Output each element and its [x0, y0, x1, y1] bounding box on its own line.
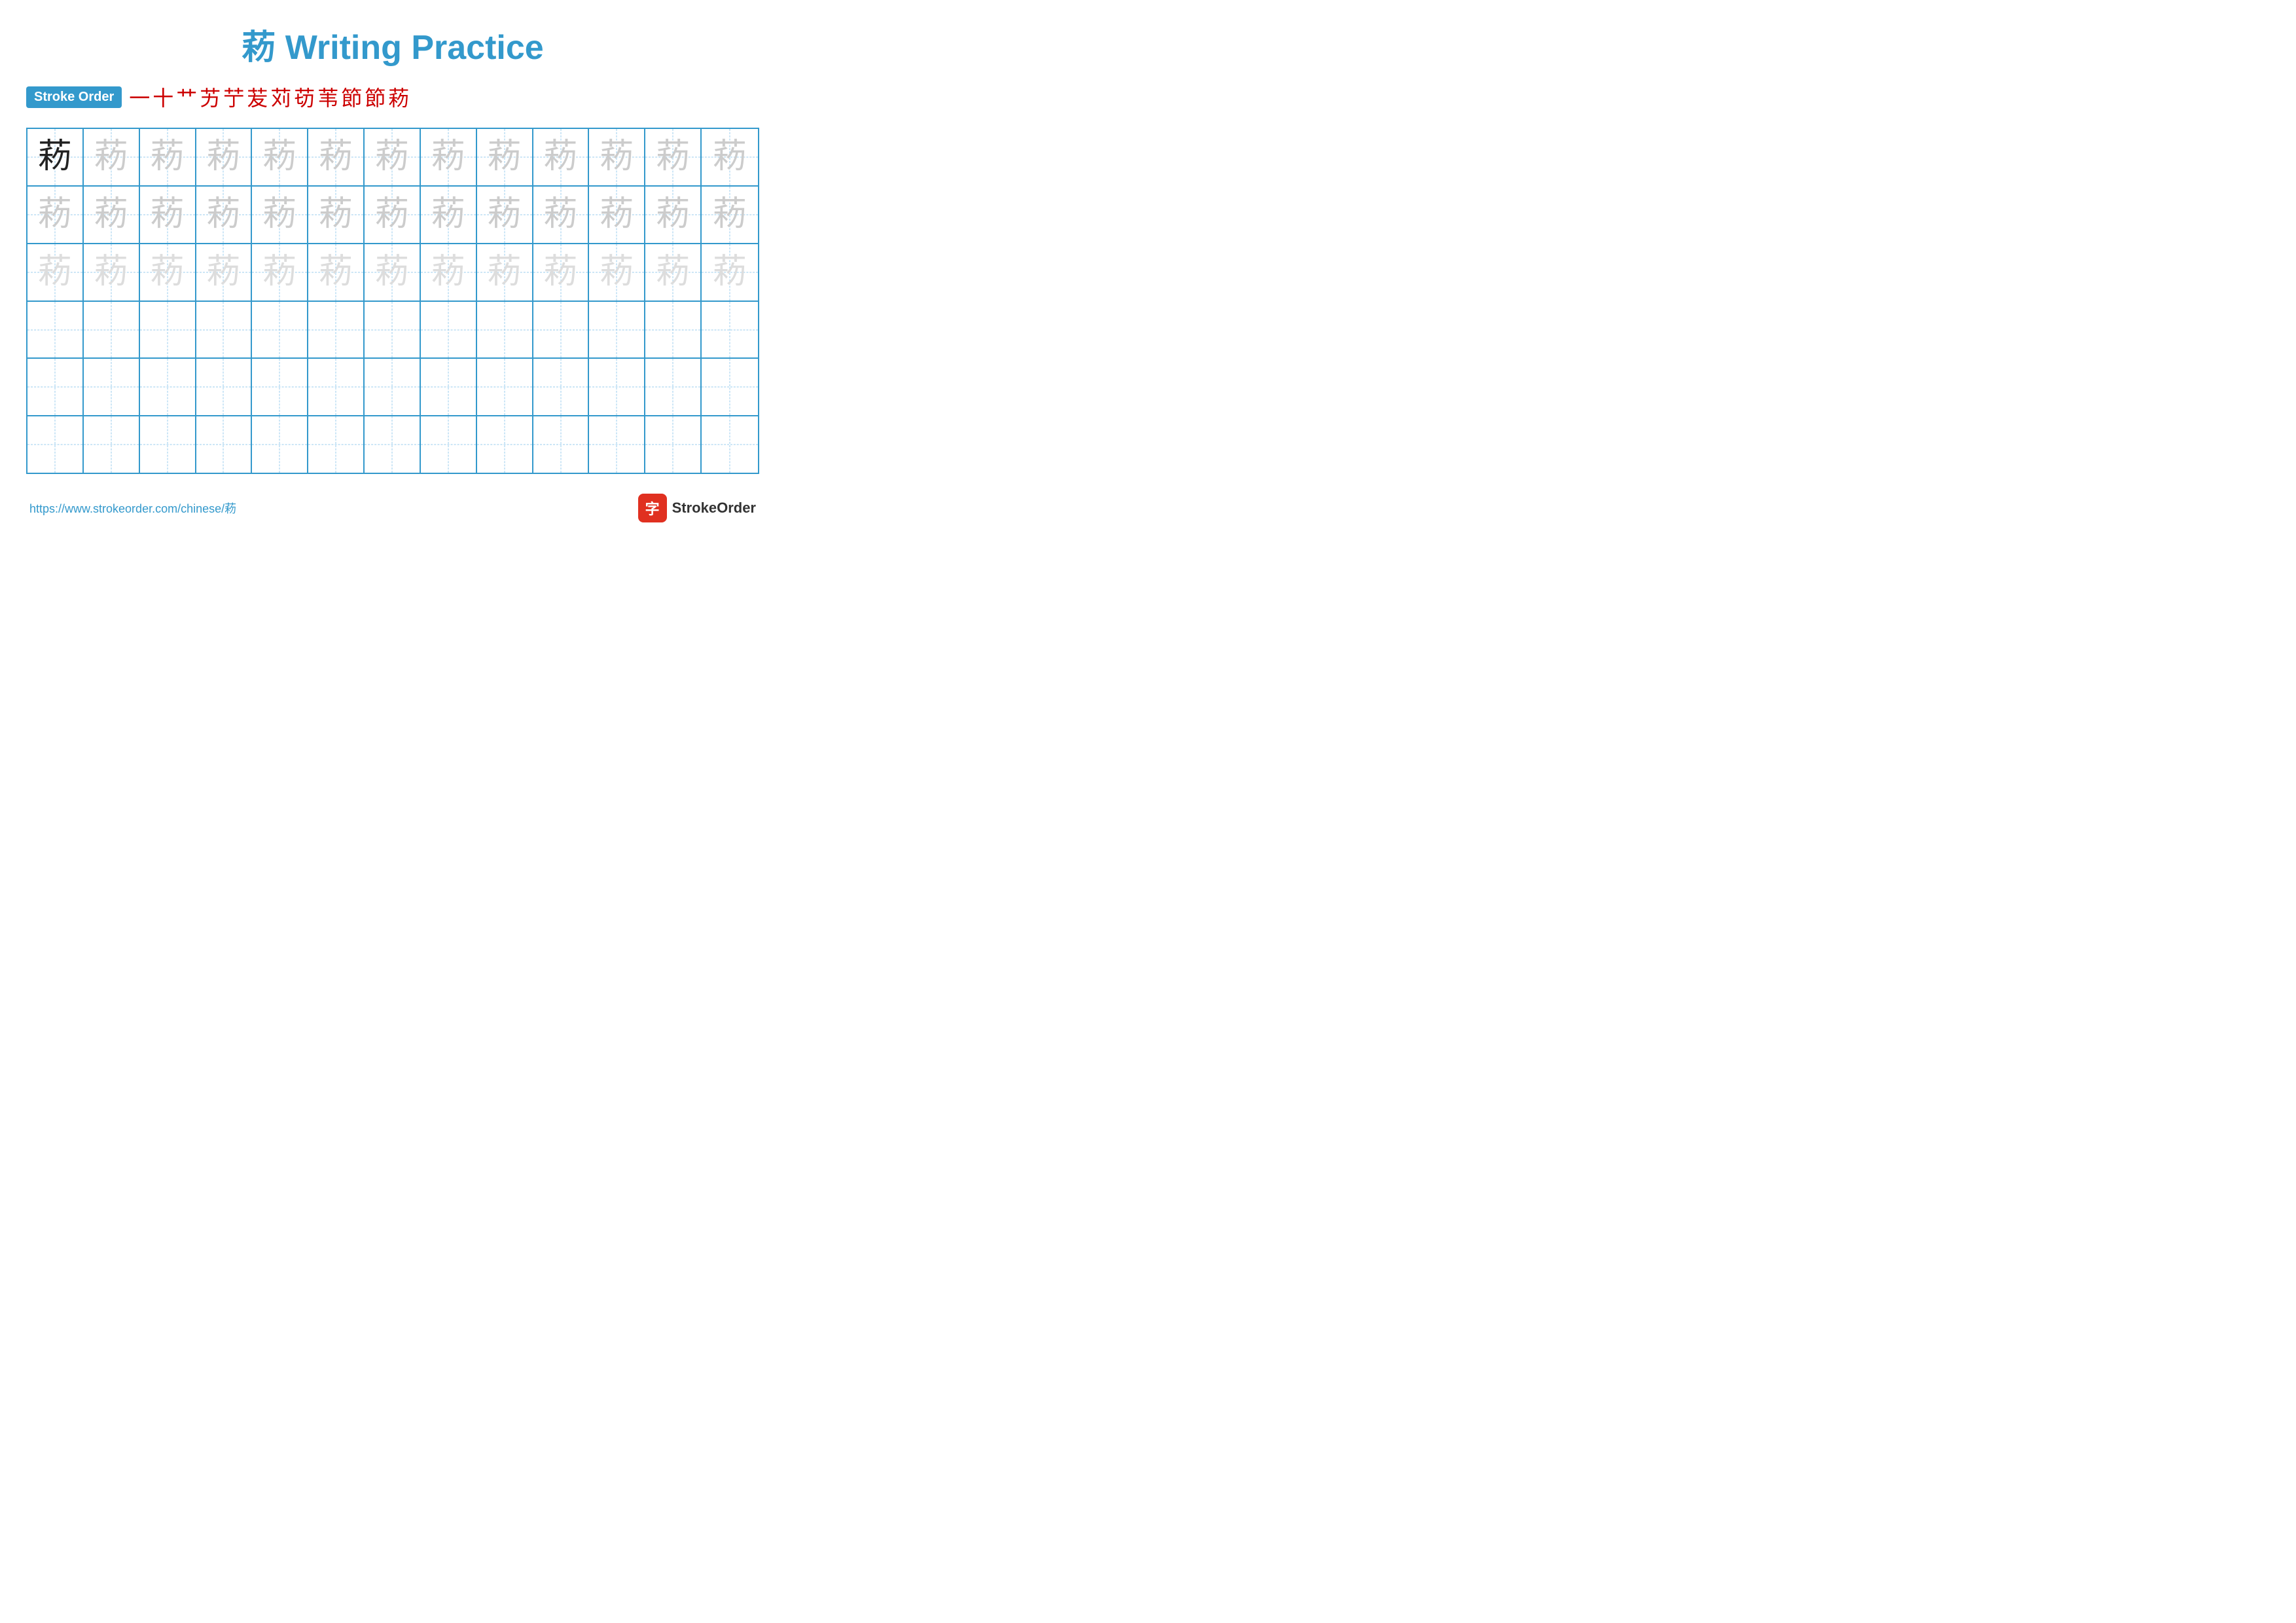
- grid-cell[interactable]: [645, 302, 702, 358]
- grid-cell[interactable]: 菞: [308, 244, 365, 301]
- grid-cell[interactable]: 菞: [27, 129, 84, 185]
- grid-cell[interactable]: [645, 416, 702, 473]
- stroke-order-row: Stroke Order 一 十 艹 艻 艼 苃 苅 苆 苇 節 節 菞: [26, 82, 759, 112]
- grid-cell[interactable]: [252, 302, 308, 358]
- grid-cell[interactable]: 菞: [252, 129, 308, 185]
- grid-cell[interactable]: [477, 302, 533, 358]
- grid-cell[interactable]: 菞: [252, 187, 308, 243]
- grid-row-4: [27, 302, 758, 359]
- grid-cell[interactable]: [27, 416, 84, 473]
- grid-cell[interactable]: 菞: [308, 187, 365, 243]
- grid-cell[interactable]: [421, 359, 477, 415]
- grid-row-2: 菞 菞 菞 菞 菞 菞 菞 菞 菞 菞 菞 菞: [27, 187, 758, 244]
- grid-cell[interactable]: 菞: [421, 244, 477, 301]
- grid-cell[interactable]: 菞: [140, 129, 196, 185]
- footer: https://www.strokeorder.com/chinese/菞 字 …: [26, 494, 759, 522]
- logo-icon: 字: [638, 494, 667, 522]
- grid-cell[interactable]: 菞: [84, 244, 140, 301]
- grid-cell[interactable]: [589, 359, 645, 415]
- grid-cell[interactable]: 菞: [308, 129, 365, 185]
- grid-cell[interactable]: [365, 416, 421, 473]
- grid-cell[interactable]: 菞: [645, 244, 702, 301]
- grid-cell[interactable]: 菞: [533, 187, 590, 243]
- grid-cell[interactable]: [702, 359, 758, 415]
- grid-cell[interactable]: 菞: [533, 129, 590, 185]
- grid-cell[interactable]: [27, 302, 84, 358]
- grid-cell[interactable]: [308, 302, 365, 358]
- grid-cell[interactable]: 菞: [477, 187, 533, 243]
- grid-cell[interactable]: [421, 302, 477, 358]
- grid-cell[interactable]: 菞: [196, 129, 253, 185]
- grid-cell[interactable]: [533, 359, 590, 415]
- grid-cell[interactable]: [84, 302, 140, 358]
- grid-cell[interactable]: [252, 359, 308, 415]
- logo-text: StrokeOrder: [672, 500, 756, 517]
- grid-cell[interactable]: 菞: [533, 244, 590, 301]
- grid-cell[interactable]: 菞: [589, 129, 645, 185]
- grid-cell[interactable]: 菞: [252, 244, 308, 301]
- stroke-order-badge: Stroke Order: [26, 86, 122, 108]
- grid-row-6: [27, 416, 758, 473]
- grid-cell[interactable]: 菞: [589, 187, 645, 243]
- grid-cell[interactable]: 菞: [140, 244, 196, 301]
- grid-cell[interactable]: [589, 302, 645, 358]
- grid-cell[interactable]: 菞: [140, 187, 196, 243]
- grid-cell[interactable]: [533, 416, 590, 473]
- grid-cell[interactable]: [589, 416, 645, 473]
- grid-cell[interactable]: [252, 416, 308, 473]
- grid-cell[interactable]: 菞: [645, 129, 702, 185]
- grid-cell[interactable]: [308, 359, 365, 415]
- grid-cell[interactable]: [140, 302, 196, 358]
- grid-cell[interactable]: 菞: [421, 187, 477, 243]
- grid-cell[interactable]: [645, 359, 702, 415]
- grid-cell[interactable]: 菞: [365, 187, 421, 243]
- grid-cell[interactable]: 菞: [702, 129, 758, 185]
- practice-grid: 菞 菞 菞 菞 菞 菞 菞 菞 菞 菞 菞 菞: [26, 128, 759, 474]
- grid-cell[interactable]: [477, 416, 533, 473]
- grid-cell[interactable]: [702, 302, 758, 358]
- grid-cell[interactable]: 菞: [477, 244, 533, 301]
- grid-cell[interactable]: [84, 416, 140, 473]
- grid-cell[interactable]: [196, 302, 253, 358]
- grid-cell[interactable]: 菞: [84, 187, 140, 243]
- grid-cell[interactable]: [84, 359, 140, 415]
- grid-row-1: 菞 菞 菞 菞 菞 菞 菞 菞 菞 菞 菞 菞: [27, 129, 758, 187]
- grid-row-5: [27, 359, 758, 416]
- grid-cell[interactable]: [140, 416, 196, 473]
- grid-row-3: 菞 菞 菞 菞 菞 菞 菞 菞 菞 菞 菞 菞: [27, 244, 758, 302]
- grid-cell[interactable]: 菞: [196, 244, 253, 301]
- footer-url[interactable]: https://www.strokeorder.com/chinese/菞: [29, 500, 236, 517]
- grid-cell[interactable]: [27, 359, 84, 415]
- grid-cell[interactable]: 菞: [196, 187, 253, 243]
- grid-cell[interactable]: [421, 416, 477, 473]
- grid-cell[interactable]: [308, 416, 365, 473]
- grid-cell[interactable]: [477, 359, 533, 415]
- grid-cell[interactable]: [365, 302, 421, 358]
- grid-cell[interactable]: [533, 302, 590, 358]
- grid-cell[interactable]: 菞: [27, 244, 84, 301]
- grid-cell[interactable]: 菞: [421, 129, 477, 185]
- grid-cell[interactable]: [196, 359, 253, 415]
- grid-cell[interactable]: [702, 416, 758, 473]
- stroke-chars: 一 十 艹 艻 艼 苃 苅 苆 苇 節 節 菞: [128, 82, 410, 112]
- footer-logo: 字 StrokeOrder: [638, 494, 756, 522]
- grid-cell[interactable]: 菞: [27, 187, 84, 243]
- grid-cell[interactable]: 菞: [84, 129, 140, 185]
- grid-cell[interactable]: 菞: [365, 244, 421, 301]
- grid-cell[interactable]: [140, 359, 196, 415]
- grid-cell[interactable]: 菞: [365, 129, 421, 185]
- grid-cell[interactable]: 菞: [645, 187, 702, 243]
- grid-cell[interactable]: 菞: [702, 187, 758, 243]
- page-title: 菞 Writing Practice: [26, 20, 759, 69]
- grid-cell[interactable]: [196, 416, 253, 473]
- grid-cell[interactable]: 菞: [702, 244, 758, 301]
- grid-cell[interactable]: 菞: [477, 129, 533, 185]
- grid-cell[interactable]: [365, 359, 421, 415]
- grid-cell[interactable]: 菞: [589, 244, 645, 301]
